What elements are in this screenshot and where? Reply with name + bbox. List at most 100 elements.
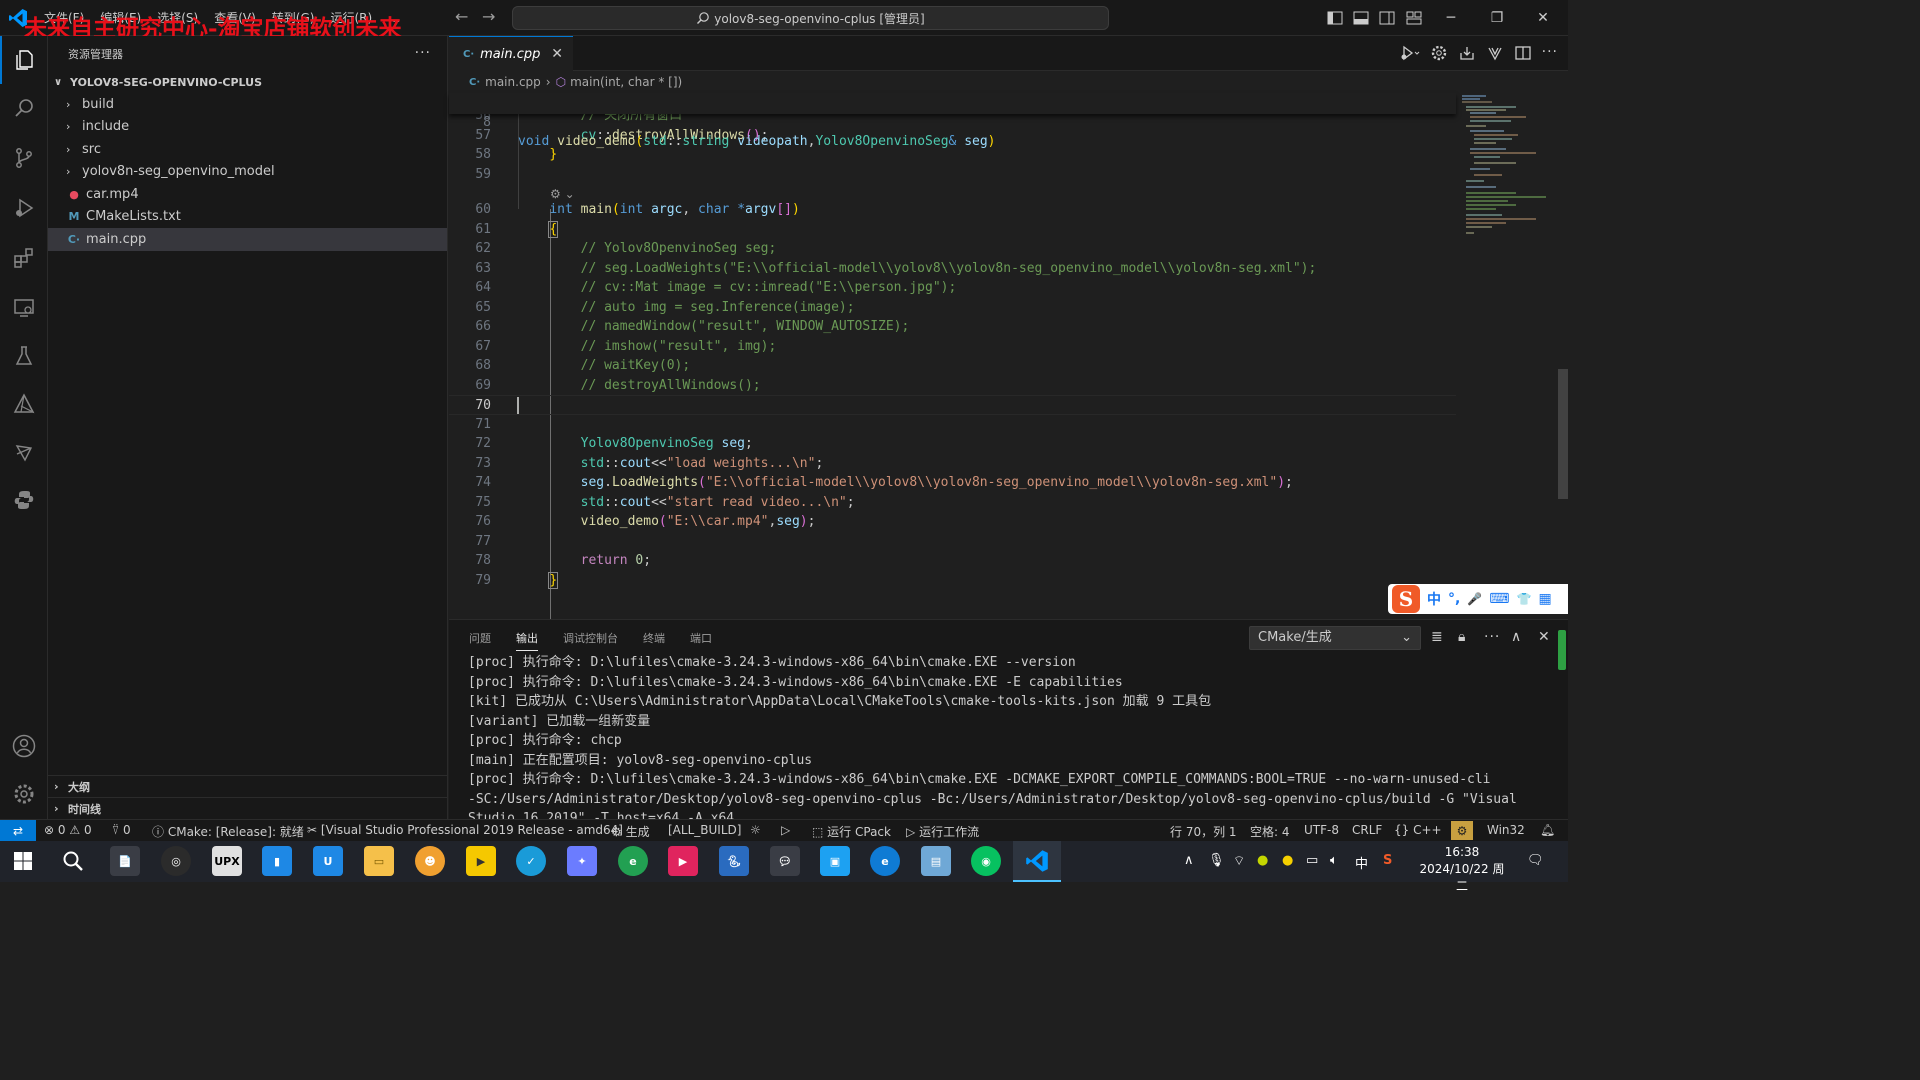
tab-problems[interactable]: 问题 [469, 630, 491, 646]
windows-start-icon[interactable] [8, 846, 38, 876]
toolbox-icon[interactable]: ▦ [1538, 591, 1551, 607]
run-debug-icon[interactable] [0, 184, 48, 232]
language-mode[interactable]: {} C++ [1394, 823, 1442, 837]
openvino-status-icon[interactable]: ⚙ [1451, 821, 1473, 840]
line-ending[interactable]: CRLF [1352, 823, 1382, 837]
indentation[interactable]: 空格: 4 [1250, 823, 1290, 840]
search-view-icon[interactable] [0, 84, 48, 132]
notification-center-icon[interactable]: 🗨︎ [1527, 853, 1544, 868]
minimap[interactable] [1456, 93, 1556, 619]
customize-layout-icon[interactable] [1405, 9, 1423, 27]
source-control-icon[interactable] [0, 134, 48, 182]
remote-indicator-icon[interactable]: ⇄ [0, 820, 36, 842]
ime-punct-toggle[interactable]: °, [1448, 591, 1460, 607]
tray-app-icon[interactable]: ● [1257, 853, 1268, 868]
build-target[interactable]: [ALL_BUILD] [668, 823, 741, 837]
tencent-meeting-icon[interactable]: ▣ [820, 846, 850, 876]
cpack-button[interactable]: ⬚ 运行 CPack [812, 823, 891, 840]
game-app-icon[interactable]: ☻ [415, 846, 445, 876]
potplayer-icon[interactable]: ▶ [466, 846, 496, 876]
run-icon[interactable]: ▷ [781, 823, 790, 837]
clock[interactable]: 16:38 2024/10/22 周二 [1414, 844, 1510, 895]
tree-item-cmakelists[interactable]: M CMakeLists.txt [48, 206, 447, 229]
sticky-notes-icon[interactable]: ▮ [262, 846, 292, 876]
toggle-panel-icon[interactable] [1352, 9, 1370, 27]
tab-terminal[interactable]: 终端 [643, 630, 665, 646]
video-app-icon[interactable]: ▶ [668, 846, 698, 876]
wifi-icon[interactable]: ⌔ [1233, 853, 1245, 869]
forward-arrow-icon[interactable]: → [482, 9, 498, 25]
messenger-icon[interactable]: 💬︎ [770, 846, 800, 876]
panel-scrollbar[interactable] [1558, 630, 1566, 670]
accounts-icon[interactable] [0, 722, 48, 770]
build-button[interactable]: ⚙ 生成 [611, 823, 650, 840]
notepad-icon[interactable]: 📄 [110, 846, 140, 876]
tree-item-build[interactable]: › build [48, 93, 447, 116]
tree-item-model-folder[interactable]: › yolov8n-seg_openvino_model [48, 161, 447, 184]
settings-gear-icon[interactable] [0, 770, 48, 818]
obs-icon[interactable]: ◎ [161, 846, 191, 876]
feishu-icon[interactable]: ✓ [516, 846, 546, 876]
debug-icon[interactable]: ☼ [750, 823, 761, 837]
breadcrumb-symbol[interactable]: main(int, char * []) [570, 75, 682, 89]
ime-lang-toggle[interactable]: 中 [1427, 589, 1441, 609]
openvino-action-icon[interactable] [1486, 44, 1504, 62]
minimize-button[interactable]: ─ [1428, 0, 1474, 36]
close-tab-icon[interactable]: ✕ [551, 46, 563, 62]
code-area[interactable]: 56 // 关闭所有窗口 57 cv::destroyAllWindows();… [449, 93, 1456, 619]
tray-app-icon[interactable]: ● [1282, 853, 1293, 868]
browser-green-icon[interactable]: e [618, 846, 648, 876]
toggle-primary-sidebar-icon[interactable] [1326, 9, 1344, 27]
problems-status[interactable]: ⊗ 0 ⚠ 0 [44, 823, 92, 837]
cmake-status[interactable]: ⓘ CMake: [Release]: 就绪 [152, 823, 304, 840]
split-editor-icon[interactable] [1514, 44, 1532, 62]
run-debug-dropdown-icon[interactable] [1400, 44, 1420, 62]
scrollbar-thumb[interactable] [1558, 369, 1568, 499]
more-actions-icon[interactable]: ··· [1484, 629, 1500, 645]
ports-status[interactable]: ⍢ 0 [112, 823, 131, 838]
encoding[interactable]: UTF-8 [1304, 823, 1339, 837]
remote-explorer-icon[interactable] [0, 284, 48, 332]
tab-main-cpp[interactable]: C· main.cpp ✕ [449, 36, 573, 71]
notifications-bell-icon[interactable]: 🔔︎ [1540, 823, 1555, 837]
taskbar-search-icon[interactable] [58, 846, 88, 876]
vscode-taskbar-icon[interactable] [1013, 841, 1061, 882]
cmake-kit[interactable]: ✂ [Visual Studio Professional 2019 Relea… [307, 823, 623, 837]
tree-item-include[interactable]: › include [48, 116, 447, 139]
wechat-icon[interactable]: ◉ [971, 846, 1001, 876]
more-actions-icon[interactable]: ··· [1542, 44, 1558, 62]
breadcrumb-file[interactable]: main.cpp [485, 75, 541, 89]
settings-gear-icon[interactable] [1430, 44, 1448, 62]
keyboard-icon[interactable]: ⌨ [1489, 591, 1509, 607]
tab-debug-console[interactable]: 调试控制台 [563, 630, 618, 646]
battery-icon[interactable]: ▭ [1306, 853, 1318, 868]
edge-browser-icon[interactable]: e [870, 846, 900, 876]
close-window-button[interactable]: ✕ [1520, 0, 1566, 36]
python-app-icon[interactable]: 🐍︎ [719, 846, 749, 876]
tab-ports[interactable]: 端口 [690, 630, 712, 646]
cursor-position[interactable]: 行 70，列 1 [1170, 823, 1237, 840]
sticky-scroll[interactable]: 8 void video_demo(std::string videopath,… [449, 93, 1456, 149]
lock-scroll-icon[interactable]: 🔒︎ [1458, 629, 1465, 645]
workspace-root-folder[interactable]: ∨ YOLOV8-SEG-OPENVINO-CPLUS [48, 71, 447, 93]
tab-output[interactable]: 输出 [516, 630, 538, 651]
clear-output-icon[interactable]: ≣ [1431, 629, 1443, 645]
notes-app-icon[interactable]: ▤ [921, 846, 951, 876]
back-arrow-icon[interactable]: ← [455, 9, 471, 25]
testing-icon[interactable] [0, 332, 48, 380]
timeline-section[interactable]: › 时间线 [48, 797, 448, 819]
app-launcher-icon[interactable]: ✦ [567, 846, 597, 876]
output-content[interactable]: [proc] 执行命令: D:\lufiles\cmake-3.24.3-win… [449, 653, 1549, 819]
file-explorer-icon[interactable]: ▭ [364, 846, 394, 876]
tree-item-main-cpp[interactable]: C· main.cpp [48, 228, 447, 251]
tray-overflow-icon[interactable]: ∧ [1184, 853, 1194, 868]
explorer-icon[interactable] [0, 36, 48, 84]
microphone-tray-icon[interactable]: 🎙︎ [1208, 853, 1225, 868]
sogou-tray-icon[interactable]: S [1383, 853, 1392, 868]
microphone-icon[interactable]: 🎤 [1467, 592, 1482, 606]
output-channel-select[interactable]: CMake/生成 ⌄ [1249, 626, 1421, 650]
outline-section[interactable]: › 大纲 [48, 775, 448, 797]
tree-item-car-mp4[interactable]: ● car.mp4 [48, 183, 447, 206]
close-panel-icon[interactable]: ✕ [1538, 629, 1550, 645]
codelens-icon[interactable]: ⚙ ⌄ [550, 187, 575, 201]
